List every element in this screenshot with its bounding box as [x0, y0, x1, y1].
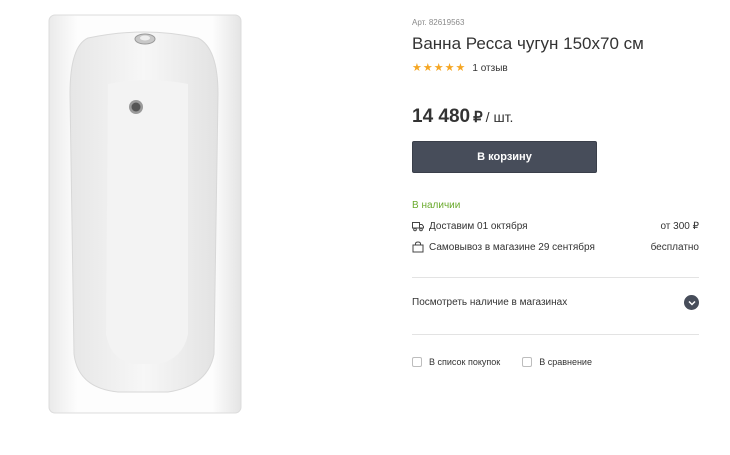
product-actions: В список покупок В сравнение [412, 357, 614, 367]
star-icon: ★ [412, 62, 422, 74]
reviews-link[interactable]: 1 отзыв [472, 63, 507, 74]
chevron-down-icon[interactable] [684, 295, 699, 310]
pickup-label: Самовывоз в магазине 29 сентября [429, 241, 595, 253]
shopping-list-option[interactable]: В список покупок [412, 357, 500, 367]
product-image[interactable] [48, 14, 242, 414]
divider [412, 334, 699, 335]
divider [412, 277, 699, 278]
rating-stars: ★ ★ ★ ★ ★ [412, 63, 465, 74]
pickup-row: Самовывоз в магазине 29 сентября бесплат… [412, 241, 699, 253]
star-icon: ★ [422, 62, 433, 74]
bag-icon [412, 241, 424, 253]
compare-option[interactable]: В сравнение [522, 357, 592, 367]
delivery-row: Доставим 01 октября от 300 ₽ [412, 220, 699, 232]
bathtub-image [48, 14, 242, 414]
compare-label: В сравнение [539, 357, 592, 367]
delivery-label: Доставим 01 октября [429, 220, 528, 232]
stock-status: В наличии [412, 200, 461, 211]
price-unit: / шт. [485, 109, 514, 125]
delivery-price: от 300 ₽ [660, 220, 699, 232]
add-to-cart-button[interactable]: В корзину [412, 141, 597, 173]
store-availability-toggle[interactable]: Посмотреть наличие в магазинах [412, 295, 699, 310]
star-icon: ★ [433, 62, 444, 74]
price-value: 14 480 [412, 106, 471, 127]
star-icon: ★ [455, 62, 466, 74]
store-availability-label: Посмотреть наличие в магазинах [412, 297, 568, 308]
truck-icon [412, 220, 424, 232]
compare-checkbox[interactable] [522, 357, 533, 367]
shopping-list-label: В список покупок [429, 357, 501, 367]
star-icon: ★ [444, 62, 455, 74]
article-number: Арт. 82619563 [412, 18, 465, 27]
shopping-list-checkbox[interactable] [412, 357, 422, 367]
product-title: Ванна Ресса чугун 150x70 см [412, 34, 644, 53]
price-currency: ₽ [473, 109, 483, 126]
rating[interactable]: ★ ★ ★ ★ ★ 1 отзыв [412, 63, 508, 75]
pickup-price: бесплатно [650, 241, 699, 253]
price: 14 480 ₽ / шт. [412, 106, 513, 128]
